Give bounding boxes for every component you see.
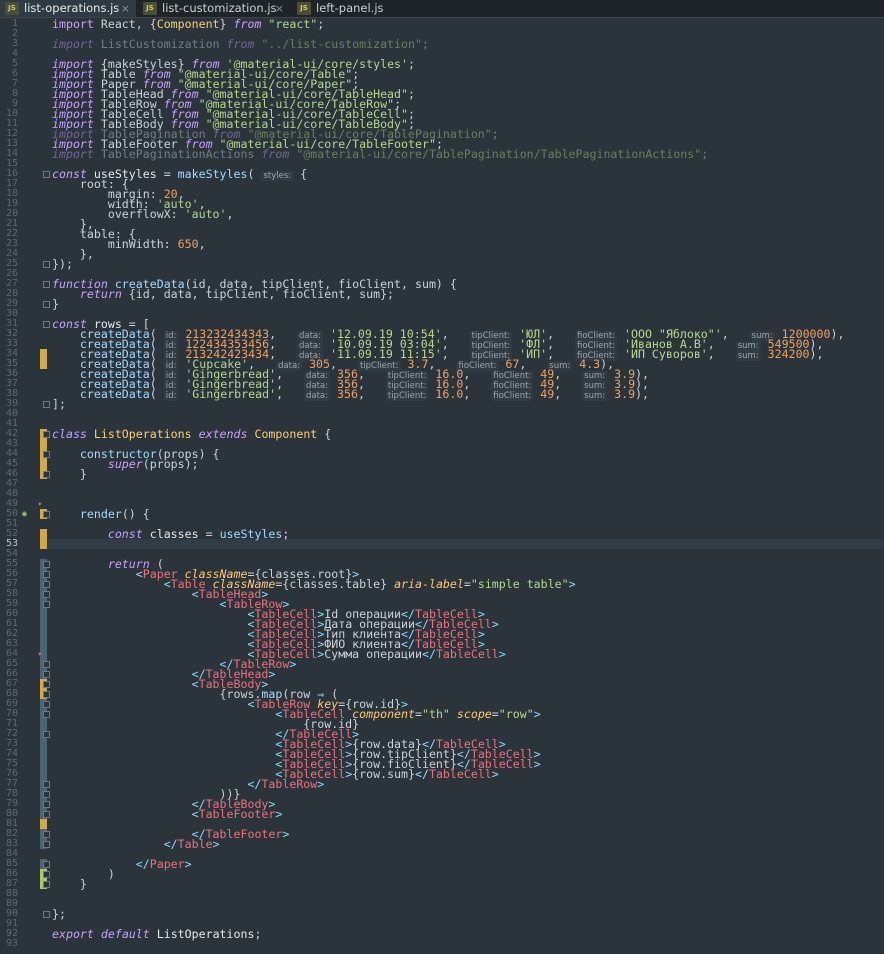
fold-toggle-icon[interactable]: [43, 871, 50, 878]
change-marker: [40, 749, 47, 759]
fold-toggle-icon[interactable]: [43, 301, 50, 308]
fold-toggle-icon[interactable]: [43, 171, 50, 178]
change-marker: [40, 819, 47, 829]
change-marker: [40, 759, 47, 769]
fold-toggle-icon[interactable]: [43, 911, 50, 918]
line-number: 93: [5, 938, 18, 949]
override-method-icon[interactable]: ◉: [22, 509, 27, 519]
change-marker: [40, 739, 47, 749]
fold-toggle-icon[interactable]: [43, 321, 50, 328]
code-line[interactable]: import ListCustomization from "../list-c…: [52, 38, 429, 50]
fold-toggle-icon[interactable]: [43, 561, 50, 568]
fold-toggle-icon[interactable]: [43, 661, 50, 668]
fold-toggle-icon[interactable]: [43, 691, 50, 698]
change-marker: [40, 609, 47, 619]
fold-toggle-icon[interactable]: [43, 581, 50, 588]
tab-list-operations[interactable]: JS list-operations.js ×: [0, 0, 136, 17]
fold-toggle-icon[interactable]: [43, 831, 50, 838]
fold-toggle-icon[interactable]: [43, 671, 50, 678]
code-line[interactable]: }: [52, 298, 59, 310]
js-file-icon: JS: [5, 2, 19, 15]
code-line[interactable]: </Table>: [52, 838, 220, 850]
change-marker: [40, 639, 47, 649]
js-file-icon: JS: [143, 2, 157, 15]
fold-toggle-icon[interactable]: [43, 591, 50, 598]
fold-toggle-icon[interactable]: [43, 701, 50, 708]
fold-toggle-icon[interactable]: [43, 791, 50, 798]
tab-label: list-customization.js: [162, 1, 277, 15]
change-marker: [40, 539, 47, 549]
code-line[interactable]: return {id, data, tipClient, fioClient, …: [52, 288, 394, 300]
js-file-icon: JS: [297, 2, 311, 15]
change-marker: [40, 359, 47, 369]
change-marker: [40, 719, 47, 729]
change-marker: [40, 349, 47, 359]
change-marker: [40, 459, 47, 469]
code-line[interactable]: const classes = useStyles;: [52, 528, 290, 540]
close-icon[interactable]: ×: [121, 0, 130, 17]
fold-toggle-icon[interactable]: [43, 841, 50, 848]
change-marker: [40, 439, 47, 449]
fold-toggle-icon[interactable]: [43, 431, 50, 438]
tab-list-customization[interactable]: JS list-customization.js ×: [138, 0, 290, 17]
fold-toggle-icon[interactable]: [43, 801, 50, 808]
code-line[interactable]: class ListOperations extends Component {: [52, 428, 331, 440]
fold-toggle-icon[interactable]: [43, 861, 50, 868]
tab-label: left-panel.js: [316, 1, 384, 15]
code-line[interactable]: ];: [52, 398, 66, 410]
close-icon[interactable]: ×: [275, 0, 284, 17]
fold-toggle-icon[interactable]: [43, 711, 50, 718]
change-marker: [40, 619, 47, 629]
fold-toggle-icon[interactable]: [43, 571, 50, 578]
tab-label: list-operations.js: [24, 1, 120, 15]
code-line[interactable]: import React, {Component} from "react";: [52, 18, 324, 30]
code-line[interactable]: });: [52, 258, 73, 270]
code-line[interactable]: }: [52, 468, 87, 480]
fold-toggle-icon[interactable]: [43, 261, 50, 268]
code-line[interactable]: export default ListOperations;: [52, 928, 261, 940]
code-line[interactable]: }: [52, 878, 87, 890]
code-line[interactable]: <TableFooter>: [52, 808, 283, 820]
fold-toggle-icon[interactable]: [43, 881, 50, 888]
fold-toggle-icon[interactable]: [43, 731, 50, 738]
fold-toggle-icon[interactable]: [43, 471, 50, 478]
fold-toggle-icon[interactable]: [43, 601, 50, 608]
fold-toggle-icon[interactable]: [43, 451, 50, 458]
tab-left-panel[interactable]: JS left-panel.js: [292, 0, 402, 17]
breakpoint-arrow-icon[interactable]: ▸: [38, 649, 43, 659]
fold-toggle-icon[interactable]: [43, 511, 50, 518]
fold-toggle-icon[interactable]: [43, 681, 50, 688]
code-line[interactable]: import TablePaginationActions from "@mat…: [52, 148, 708, 160]
fold-toggle-icon[interactable]: [43, 811, 50, 818]
code-line[interactable]: render() {: [52, 508, 150, 520]
fold-toggle-icon[interactable]: [43, 781, 50, 788]
code-line[interactable]: };: [52, 908, 66, 920]
breakpoint-arrow-icon[interactable]: ▸: [38, 499, 43, 509]
change-marker: [40, 529, 47, 539]
fold-toggle-icon[interactable]: [43, 401, 50, 408]
change-marker: [40, 629, 47, 639]
editor-tab-bar: JS list-operations.js × JS list-customiz…: [0, 0, 884, 18]
fold-toggle-icon[interactable]: [43, 281, 50, 288]
code-line[interactable]: createData( id: 'Gingerbread', data: 356…: [52, 388, 649, 401]
change-marker: [40, 769, 47, 779]
